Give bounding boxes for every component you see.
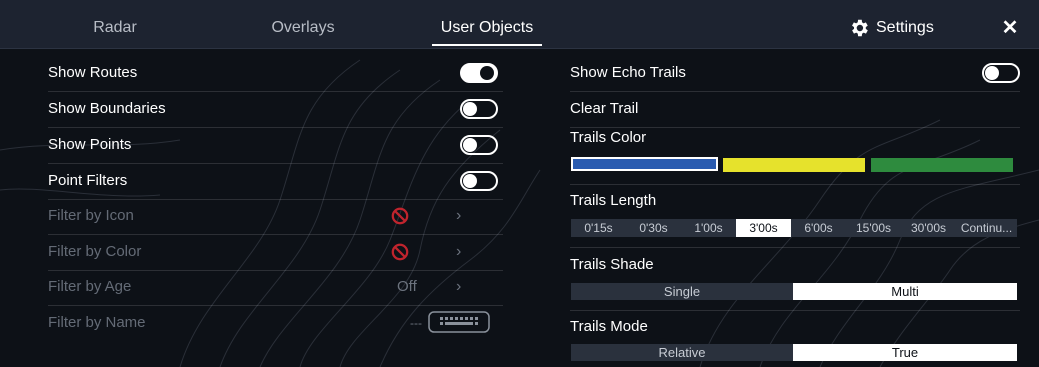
tab-user-objects[interactable]: User Objects — [432, 0, 542, 48]
trails-length-selector: 0'15s 0'30s 1'00s 3'00s 6'00s 15'00s 30'… — [571, 219, 1017, 237]
row-label: Show Points — [48, 136, 132, 153]
age-value: Off — [397, 278, 417, 295]
trails-length-option[interactable]: 0'30s — [626, 219, 681, 237]
trails-mode-true-option[interactable]: True — [793, 344, 1017, 361]
row-filter-by-color[interactable]: Filter by Color › — [48, 234, 503, 271]
settings-label: Settings — [876, 19, 934, 36]
trails-mode-relative-option[interactable]: Relative — [571, 344, 793, 361]
show-points-toggle[interactable] — [460, 135, 498, 155]
trails-length-option[interactable]: 1'00s — [681, 219, 736, 237]
divider — [570, 247, 1020, 248]
row-point-filters[interactable]: Point Filters — [48, 163, 503, 200]
row-filter-by-age[interactable]: Filter by Age Off › — [48, 269, 503, 306]
close-button[interactable]: ✕ — [998, 16, 1022, 40]
close-icon: ✕ — [1001, 17, 1019, 39]
trails-shade-label: Trails Shade — [570, 256, 654, 273]
row-label: Filter by Age — [48, 278, 132, 295]
trails-shade-selector: Single Multi — [571, 283, 1017, 300]
trails-length-option-selected[interactable]: 3'00s — [736, 219, 791, 237]
tab-radar[interactable]: Radar — [55, 0, 175, 48]
row-label: Filter by Name — [48, 314, 146, 331]
gear-icon — [852, 19, 868, 37]
clear-trail-label: Clear Trail — [570, 100, 639, 117]
show-boundaries-toggle[interactable] — [460, 99, 498, 119]
header-bar: Radar Overlays User Objects Settings ✕ — [0, 0, 1039, 49]
chevron-right-icon: › — [456, 207, 462, 224]
keyboard-icon[interactable] — [428, 311, 490, 333]
row-show-boundaries[interactable]: Show Boundaries — [48, 91, 503, 128]
trails-mode-label: Trails Mode — [570, 318, 648, 335]
row-label: Point Filters — [48, 172, 128, 189]
user-objects-settings-window: Radar Overlays User Objects Settings ✕ S… — [0, 0, 1039, 367]
row-label: Filter by Color — [48, 243, 142, 260]
show-routes-toggle[interactable] — [460, 63, 498, 83]
trails-color-blue-swatch[interactable] — [571, 157, 718, 171]
trails-color-yellow-swatch[interactable] — [723, 158, 865, 172]
row-filter-by-icon[interactable]: Filter by Icon › — [48, 198, 503, 235]
trails-length-option[interactable]: 6'00s — [791, 219, 846, 237]
name-value: --- — [410, 316, 422, 330]
trails-shade-multi-option[interactable]: Multi — [793, 283, 1017, 300]
trails-mode-selector: Relative True — [571, 344, 1017, 361]
settings-button[interactable]: Settings — [848, 15, 934, 41]
content-layer: Radar Overlays User Objects Settings ✕ S… — [0, 0, 1039, 367]
show-echo-trails-toggle[interactable] — [982, 63, 1020, 83]
trails-length-option[interactable]: Continu... — [956, 219, 1017, 237]
trails-length-option[interactable]: 15'00s — [846, 219, 901, 237]
chevron-right-icon: › — [456, 278, 462, 295]
row-filter-by-name[interactable]: Filter by Name --- — [48, 305, 503, 341]
no-symbol-icon — [391, 243, 409, 261]
trails-color-green-swatch[interactable] — [871, 158, 1013, 172]
divider — [570, 310, 1020, 311]
row-label: Show Routes — [48, 64, 138, 81]
no-symbol-icon — [391, 207, 409, 225]
row-label: Show Echo Trails — [570, 64, 686, 81]
row-show-points[interactable]: Show Points — [48, 127, 503, 164]
trails-length-label: Trails Length — [570, 192, 657, 209]
row-label: Show Boundaries — [48, 100, 166, 117]
row-show-routes[interactable]: Show Routes — [48, 55, 503, 92]
row-show-echo-trails[interactable]: Show Echo Trails — [570, 55, 1020, 92]
row-clear-trail[interactable]: Clear Trail — [570, 91, 1020, 128]
trails-length-option[interactable]: 0'15s — [571, 219, 626, 237]
trails-shade-single-option[interactable]: Single — [571, 283, 793, 300]
trails-length-option[interactable]: 30'00s — [901, 219, 956, 237]
divider — [570, 184, 1020, 185]
point-filters-toggle[interactable] — [460, 171, 498, 191]
tab-overlays[interactable]: Overlays — [243, 0, 363, 48]
chevron-right-icon: › — [456, 243, 462, 260]
trails-color-label: Trails Color — [570, 129, 647, 146]
row-label: Filter by Icon — [48, 207, 134, 224]
